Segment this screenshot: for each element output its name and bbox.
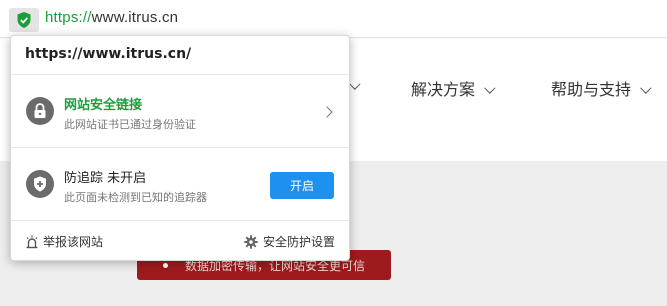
shield-check-icon xyxy=(17,12,31,28)
bullet-icon xyxy=(163,263,168,268)
nav-item-label: 解决方案 xyxy=(411,80,476,99)
security-settings-label: 安全防护设置 xyxy=(262,235,335,249)
url-host: www.itrus.cn xyxy=(91,9,179,26)
report-site-link[interactable]: 举报该网站 xyxy=(25,233,103,250)
anti-tracking-row: 防追踪 未开启 此页面未检测到已知的追踪器 开启 xyxy=(11,148,349,221)
secure-connection-title: 网站安全链接 xyxy=(64,98,143,113)
chevron-right-icon xyxy=(321,106,333,118)
site-security-button[interactable] xyxy=(9,8,39,32)
popup-site-url: https://www.itrus.cn/ xyxy=(11,36,349,75)
anti-tracking-subtitle: 此页面未检测到已知的追踪器 xyxy=(64,191,207,204)
lock-icon xyxy=(26,97,54,125)
url-field[interactable]: https://www.itrus.cn xyxy=(45,9,178,26)
url-scheme: https:// xyxy=(45,9,92,26)
nav-item-help[interactable]: 帮助与支持 xyxy=(551,76,652,100)
report-site-label: 举报该网站 xyxy=(43,235,104,249)
secure-connection-row[interactable]: 网站安全链接 此网站证书已通过身份验证 xyxy=(11,75,349,148)
address-bar: https://www.itrus.cn xyxy=(0,0,667,38)
site-info-popup: https://www.itrus.cn/ 网站安全链接 此网站证书已通过身份验… xyxy=(10,35,350,261)
gear-icon xyxy=(244,234,258,249)
nav-item-solutions[interactable]: 解决方案 xyxy=(411,76,496,100)
shield-plus-icon xyxy=(26,170,54,198)
popup-footer: 举报该网站 安全防护设置 xyxy=(11,221,349,261)
secure-connection-subtitle: 此网站证书已通过身份验证 xyxy=(64,118,196,131)
security-settings-link[interactable]: 安全防护设置 xyxy=(244,233,335,250)
enable-tracking-button[interactable]: 开启 xyxy=(270,172,334,199)
nav-item-label: 帮助与支持 xyxy=(551,80,632,99)
alarm-icon xyxy=(26,235,38,248)
anti-tracking-title: 防追踪 未开启 xyxy=(64,171,147,186)
